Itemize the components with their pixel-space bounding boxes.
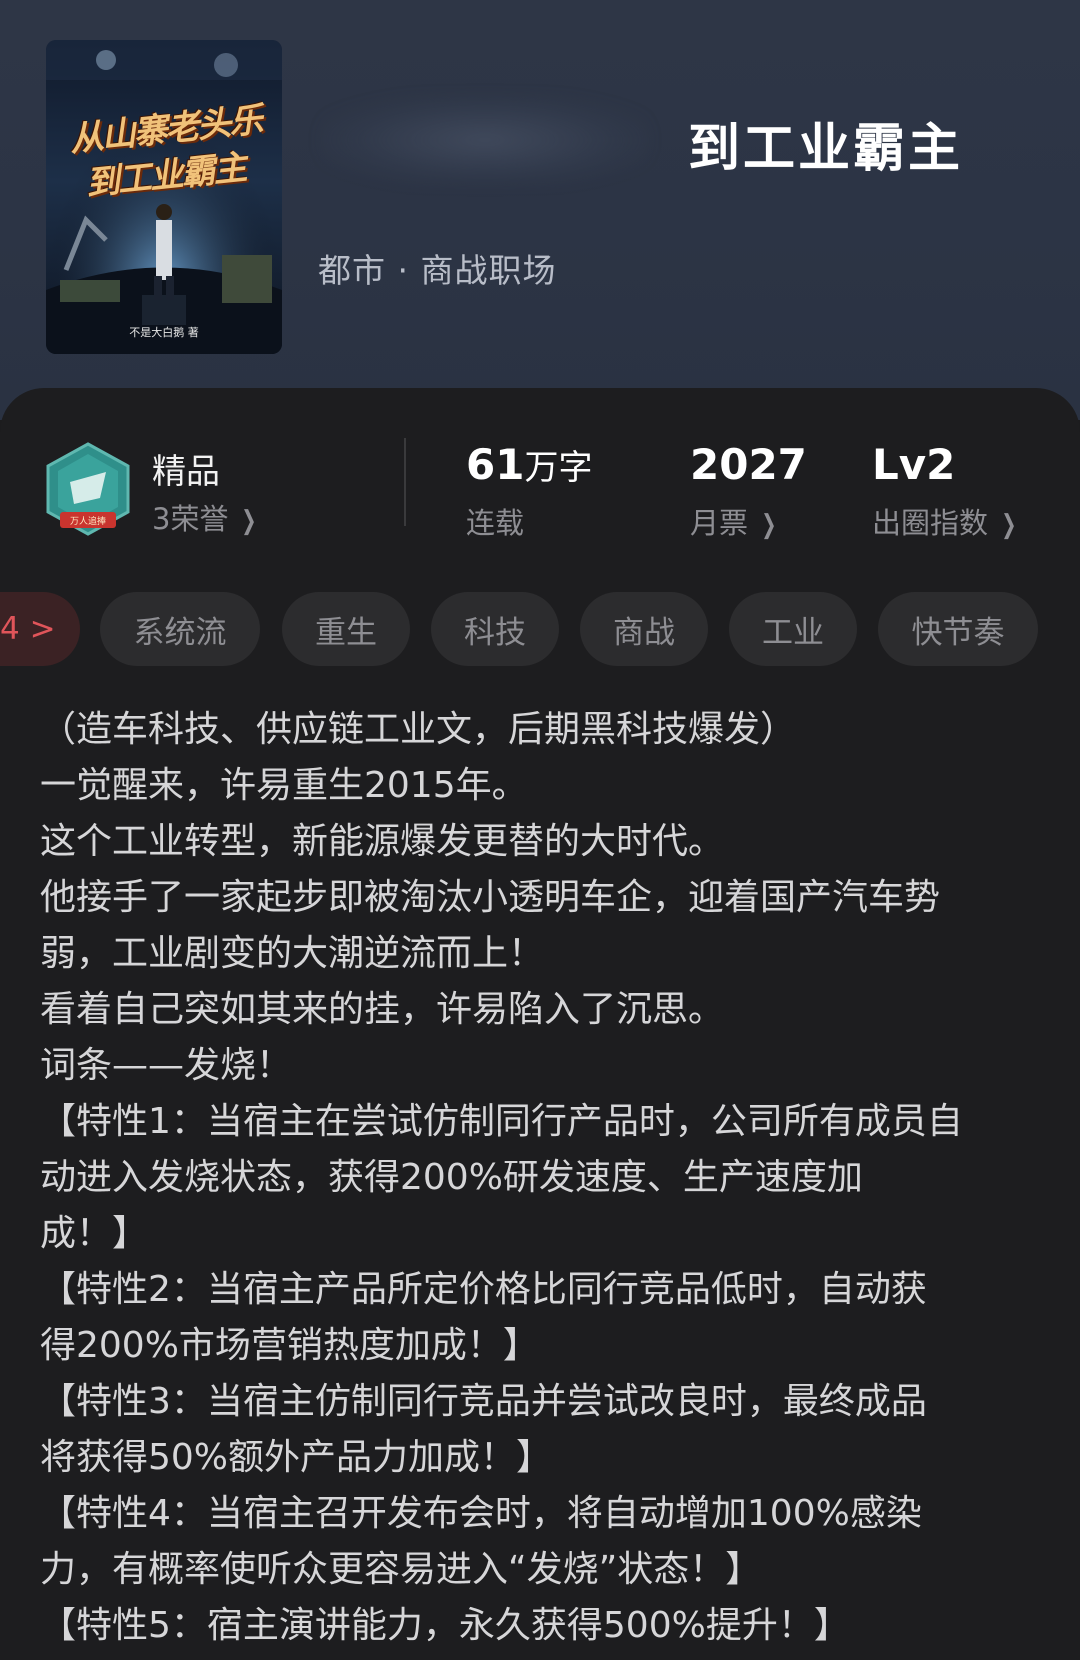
quality-label: 精品 [152,452,220,492]
monthly-votes-link[interactable]: 月票 ❯ [690,500,780,542]
synopsis-line: 【特性5：宿主演讲能力，永久获得500%提升！】 [40,1605,850,1646]
tag-item[interactable]: 快节奏 [878,592,1038,666]
tag-item[interactable]: 科技 [431,592,559,666]
tag-item[interactable]: 系统流 [100,592,260,666]
book-cover[interactable]: 从山寨老头乐 到工业霸主 不是大白鹅 著 [46,40,282,354]
popularity-index-link[interactable]: 出圈指数 ❯ [872,500,1020,542]
tag-item[interactable]: 重生 [282,592,410,666]
book-title: 到工业霸主 [688,118,964,179]
tag-row: 4 > 系统流 重生 科技 商战 工业 快节奏 [0,592,1080,666]
monthly-votes-value: 2027 [690,440,807,489]
synopsis-line: 动进入发烧状态，获得200%研发速度、生产速度加 [40,1157,863,1198]
monthly-votes-label: 月票 [690,506,749,540]
honor-label: 3荣誉 [152,502,229,536]
synopsis-line: 他接手了一家起步即被淘汰小透明车企，迎着国产汽车势 [40,877,941,918]
quality-badge-icon[interactable]: 万人追捧 [44,442,132,538]
serial-status: 连载 [466,506,525,540]
word-count-unit: 万字 [524,448,593,488]
synopsis-line: 【特性3：当宿主仿制同行竞品并尝试改良时，最终成品 [40,1381,927,1422]
synopsis-line: （造车科技、供应链工业文，后期黑科技爆发） [40,709,797,750]
synopsis-line: 这个工业转型，新能源爆发更替的大时代。 [40,821,725,862]
book-genre[interactable]: 都市 · 商战职场 [318,244,556,292]
synopsis-line: 【特性2：当宿主产品所定价格比同行竞品低时，自动获 [40,1269,927,1310]
synopsis-line: 将获得50%额外产品力加成！】 [40,1437,553,1478]
word-count-value: 61 [466,440,525,489]
cover-author: 不是大白鹅 著 [129,326,199,339]
chevron-right-icon: ❯ [761,510,777,540]
tag-more-button[interactable]: 4 > [0,592,80,666]
synopsis-line: 成！】 [40,1213,149,1254]
synopsis-line: 力，有概率使听众更容易进入“发烧”状态！】 [40,1549,762,1590]
tag-item[interactable]: 商战 [580,592,708,666]
honor-link[interactable]: 3荣誉 ❯ [152,496,260,538]
chevron-right-icon: ❯ [1001,510,1017,540]
stats-divider [404,438,406,526]
popularity-index-label: 出圈指数 [872,506,989,540]
word-count: 61万字 [466,440,592,489]
tag-more-label: 4 > [0,611,56,647]
book-synopsis: （造车科技、供应链工业文，后期黑科技爆发） 一觉醒来，许易重生2015年。 这个… [40,702,1040,1654]
synopsis-line: 词条——发烧！ [40,1045,293,1086]
chevron-right-icon: ❯ [241,506,257,536]
tag-item[interactable]: 工业 [729,592,857,666]
synopsis-line: 弱，工业剧变的大潮逆流而上！ [40,933,545,974]
book-header: 从山寨老头乐 到工业霸主 不是大白鹅 著 到工业霸主 都市 · 商战职场 [0,0,1080,420]
synopsis-line: 看着自己突如其来的挂，许易陷入了沉思。 [40,989,725,1030]
badge-text: 万人追捧 [70,515,106,527]
book-detail-page: 从山寨老头乐 到工业霸主 不是大白鹅 著 到工业霸主 都市 · 商战职场 万人追… [0,0,1080,1660]
synopsis-line: 一觉醒来，许易重生2015年。 [40,765,528,806]
blurred-title-area [320,95,650,185]
synopsis-line: 【特性4：当宿主召开发布会时，将自动增加100%感染 [40,1493,922,1534]
synopsis-line: 得200%市场营销热度加成！】 [40,1325,539,1366]
synopsis-line: 【特性1：当宿主在尝试仿制同行产品时，公司所有成员自 [40,1101,963,1142]
popularity-level: Lv2 [872,440,956,489]
